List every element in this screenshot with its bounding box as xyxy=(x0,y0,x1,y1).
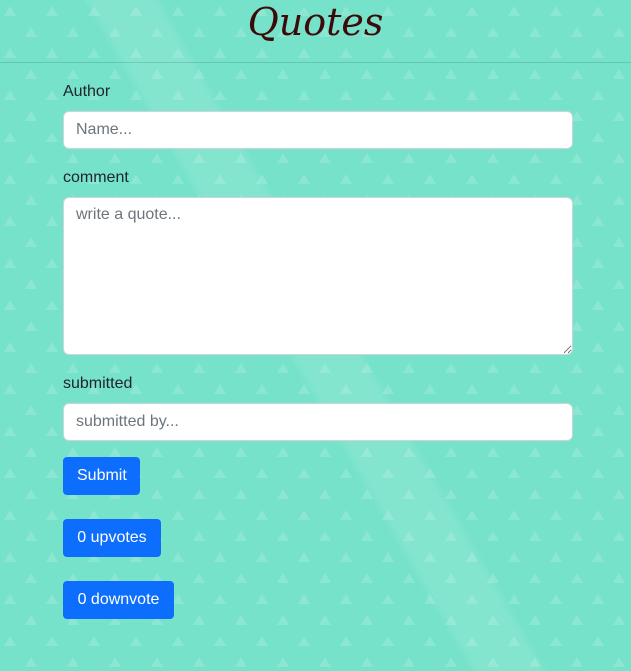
author-name-input[interactable] xyxy=(63,111,573,149)
submitted-label: submitted xyxy=(63,375,133,392)
downvote-button[interactable]: 0 downvote xyxy=(63,581,174,619)
upvote-button[interactable]: 0 upvotes xyxy=(63,519,161,557)
comment-textarea[interactable] xyxy=(63,197,573,355)
submitted-by-input[interactable] xyxy=(63,403,573,441)
page-header: Quotes xyxy=(0,0,631,63)
comment-label: comment xyxy=(63,169,129,186)
submit-button[interactable]: Submit xyxy=(63,457,140,495)
author-label: Author xyxy=(63,83,111,100)
page-title: Quotes xyxy=(247,0,384,44)
